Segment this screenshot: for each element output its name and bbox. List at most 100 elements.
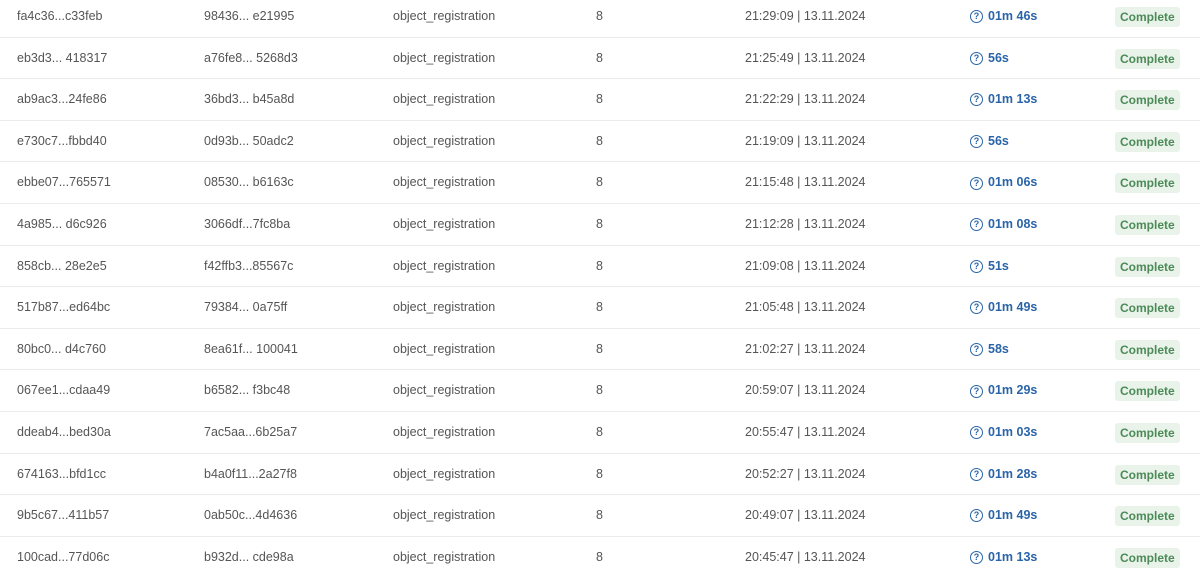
hash[interactable]: 79384... 0a75ff bbox=[204, 287, 287, 329]
question-circle-icon[interactable]: ? bbox=[970, 426, 983, 440]
timestamp: 20:59:07 | 13.11.2024 bbox=[745, 383, 866, 398]
duration-value: 01m 06s bbox=[988, 175, 1038, 190]
count: 8 bbox=[596, 92, 603, 107]
duration: ? 01m 46s bbox=[970, 0, 1037, 38]
table-row[interactable]: 4a985... d6c926 3066df...7fc8ba object_r… bbox=[0, 204, 1200, 246]
run-id[interactable]: 4a985... d6c926 bbox=[17, 204, 107, 246]
duration-value: 01m 46s bbox=[988, 9, 1038, 23]
status-badge: Complete bbox=[1115, 256, 1180, 277]
table-row[interactable]: 517b87...ed64bc 79384... 0a75ff object_r… bbox=[0, 287, 1200, 329]
question-circle-icon[interactable]: ? bbox=[970, 93, 983, 107]
question-circle-icon[interactable]: ? bbox=[970, 551, 983, 565]
question-circle-icon[interactable]: ? bbox=[970, 51, 983, 65]
run-id[interactable]: 80bc0... d4c760 bbox=[17, 329, 106, 371]
status-badge: Complete bbox=[1115, 298, 1180, 319]
table-row[interactable]: ddeab4...bed30a 7ac5aa...6b25a7 object_r… bbox=[0, 412, 1200, 454]
table-row[interactable]: 80bc0... d4c760 8ea61f... 100041 object_… bbox=[0, 329, 1200, 371]
hash[interactable]: b6582... f3bc48 bbox=[204, 370, 290, 412]
table-row[interactable]: eb3d3... 418317 a76fe8... 5268d3 object_… bbox=[0, 38, 1200, 80]
run-id[interactable]: fa4c36...c33feb bbox=[17, 0, 102, 38]
run-id[interactable]: ddeab4...bed30a bbox=[17, 412, 111, 454]
table-row[interactable]: 067ee1...cdaa49 b6582... f3bc48 object_r… bbox=[0, 370, 1200, 412]
run-id[interactable]: 9b5c67...411b57 bbox=[17, 495, 109, 537]
task-name: object_registration bbox=[393, 466, 496, 481]
duration-value: 51s bbox=[988, 258, 1009, 273]
task-name: object_registration bbox=[393, 216, 496, 231]
duration-value: 01m 49s bbox=[988, 508, 1038, 523]
run-id[interactable]: ebbe07...765571 bbox=[17, 162, 111, 204]
question-circle-icon[interactable]: ? bbox=[970, 218, 983, 232]
table-row[interactable]: 858cb... 28e2e5 f42ffb3...85567c object_… bbox=[0, 246, 1200, 288]
duration-value: 01m 13s bbox=[988, 549, 1038, 564]
duration-value: 58s bbox=[988, 341, 1009, 356]
task-name: object_registration bbox=[393, 258, 496, 273]
table-row[interactable]: ab9ac3...24fe86 36bd3... b45a8d object_r… bbox=[0, 79, 1200, 121]
hash[interactable]: 36bd3... b45a8d bbox=[204, 79, 294, 121]
task-name: object_registration bbox=[393, 424, 496, 439]
timestamp: 21:22:29 | 13.11.2024 bbox=[745, 92, 866, 107]
count: 8 bbox=[596, 216, 603, 231]
run-id[interactable]: ab9ac3...24fe86 bbox=[17, 79, 107, 121]
question-circle-icon[interactable]: ? bbox=[970, 10, 983, 24]
timestamp: 21:29:09 | 13.11.2024 bbox=[745, 9, 866, 23]
timestamp: 21:25:49 | 13.11.2024 bbox=[745, 50, 866, 65]
question-circle-icon[interactable]: ? bbox=[970, 509, 983, 523]
status-badge: Complete bbox=[1115, 547, 1180, 568]
run-id[interactable]: 858cb... 28e2e5 bbox=[17, 246, 107, 288]
run-id[interactable]: 100cad...77d06c bbox=[17, 537, 109, 579]
status-badge: Complete bbox=[1115, 506, 1180, 527]
run-id[interactable]: 517b87...ed64bc bbox=[17, 287, 110, 329]
duration: ? 56s bbox=[970, 121, 1009, 163]
task-name: object_registration bbox=[393, 175, 496, 190]
hash[interactable]: a76fe8... 5268d3 bbox=[204, 38, 298, 80]
status-badge: Complete bbox=[1115, 173, 1180, 194]
duration-value: 01m 29s bbox=[988, 383, 1038, 398]
table-row[interactable]: e730c7...fbbd40 0d93b... 50adc2 object_r… bbox=[0, 121, 1200, 163]
hash[interactable]: 0ab50c...4d4636 bbox=[204, 495, 297, 537]
status-badge: Complete bbox=[1115, 214, 1180, 235]
question-circle-icon[interactable]: ? bbox=[970, 384, 983, 398]
hash[interactable]: 08530... b6163c bbox=[204, 162, 294, 204]
task-name: object_registration bbox=[393, 300, 496, 315]
hash[interactable]: 7ac5aa...6b25a7 bbox=[204, 412, 297, 454]
question-circle-icon[interactable]: ? bbox=[970, 176, 983, 190]
question-circle-icon[interactable]: ? bbox=[970, 467, 983, 481]
table-row[interactable]: 100cad...77d06c b932d... cde98a object_r… bbox=[0, 537, 1200, 579]
run-id[interactable]: 674163...bfd1cc bbox=[17, 454, 106, 496]
timestamp: 21:19:09 | 13.11.2024 bbox=[745, 133, 866, 148]
duration: ? 51s bbox=[970, 246, 1009, 288]
question-circle-icon[interactable]: ? bbox=[970, 343, 983, 357]
run-id[interactable]: eb3d3... 418317 bbox=[17, 38, 107, 80]
count: 8 bbox=[596, 300, 603, 315]
table-row[interactable]: ebbe07...765571 08530... b6163c object_r… bbox=[0, 162, 1200, 204]
duration-value: 56s bbox=[988, 133, 1009, 148]
hash[interactable]: 0d93b... 50adc2 bbox=[204, 121, 294, 163]
timestamp: 21:09:08 | 13.11.2024 bbox=[745, 258, 866, 273]
hash[interactable]: 98436... e21995 bbox=[204, 0, 294, 38]
count: 8 bbox=[596, 383, 603, 398]
count: 8 bbox=[596, 341, 603, 356]
duration: ? 01m 06s bbox=[970, 162, 1037, 204]
hash[interactable]: 8ea61f... 100041 bbox=[204, 329, 298, 371]
task-name: object_registration bbox=[393, 50, 496, 65]
table-row[interactable]: 674163...bfd1cc b4a0f11...2a27f8 object_… bbox=[0, 454, 1200, 496]
hash[interactable]: b932d... cde98a bbox=[204, 537, 294, 579]
table-row[interactable]: 9b5c67...411b57 0ab50c...4d4636 object_r… bbox=[0, 495, 1200, 537]
question-circle-icon[interactable]: ? bbox=[970, 259, 983, 273]
run-id[interactable]: 067ee1...cdaa49 bbox=[17, 370, 110, 412]
status-badge: Complete bbox=[1115, 381, 1180, 402]
hash[interactable]: b4a0f11...2a27f8 bbox=[204, 454, 297, 496]
count: 8 bbox=[596, 133, 603, 148]
hash[interactable]: f42ffb3...85567c bbox=[204, 246, 293, 288]
hash[interactable]: 3066df...7fc8ba bbox=[204, 204, 290, 246]
question-circle-icon[interactable]: ? bbox=[970, 301, 983, 315]
task-name: object_registration bbox=[393, 383, 496, 398]
run-id[interactable]: e730c7...fbbd40 bbox=[17, 121, 107, 163]
question-circle-icon[interactable]: ? bbox=[970, 135, 983, 149]
duration: ? 01m 49s bbox=[970, 287, 1037, 329]
duration-value: 01m 08s bbox=[988, 216, 1038, 231]
duration: ? 56s bbox=[970, 38, 1009, 80]
task-name: object_registration bbox=[393, 341, 496, 356]
table-row[interactable]: fa4c36...c33feb 98436... e21995 object_r… bbox=[0, 0, 1200, 38]
timestamp: 20:55:47 | 13.11.2024 bbox=[745, 424, 866, 439]
